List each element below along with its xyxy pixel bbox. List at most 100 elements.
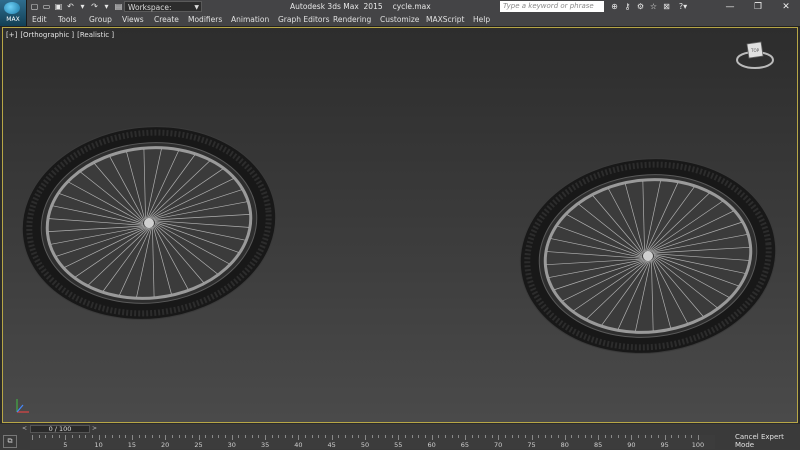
- menu-maxscript[interactable]: MAXScript: [426, 15, 465, 24]
- timeline-minor-tick: [578, 435, 580, 438]
- timeline-minor-tick: [105, 435, 107, 438]
- timeline-minor-tick: [238, 435, 240, 438]
- timeline-tick: [131, 435, 133, 440]
- tools-icon[interactable]: ⚙: [636, 2, 645, 11]
- timeline-tick: [398, 435, 400, 440]
- menu-customize[interactable]: Customize: [380, 15, 419, 24]
- timeline-tick: [698, 435, 699, 440]
- menu-tools[interactable]: Tools: [58, 15, 76, 24]
- search-input[interactable]: Type a keyword or phrase: [500, 1, 604, 12]
- timeline-minor-tick: [391, 435, 393, 438]
- timeline-minor-tick: [644, 435, 646, 438]
- new-file-icon[interactable]: ▢: [30, 2, 39, 11]
- help-icon[interactable]: ?▾: [675, 2, 691, 11]
- perspective-viewport[interactable]: [+] [Orthographic ] [Realistic ] TOP: [2, 27, 798, 423]
- next-frame-icon[interactable]: >: [92, 425, 97, 432]
- timeline-minor-tick: [638, 435, 640, 438]
- prev-frame-icon[interactable]: <: [22, 425, 27, 432]
- viewcube-icon[interactable]: TOP: [735, 36, 775, 72]
- viewport-label: [+] [Orthographic ] [Realistic ]: [6, 31, 117, 39]
- key-icon[interactable]: ⚷: [623, 2, 632, 11]
- bicycle-wheel-left[interactable]: [17, 120, 281, 326]
- timeline-minor-tick: [291, 435, 293, 438]
- menu-edit[interactable]: Edit: [32, 15, 47, 24]
- timeline-tick-label: 85: [593, 441, 603, 449]
- timeline-minor-tick: [418, 435, 420, 438]
- workspace-selector[interactable]: Workspace: Default ▼: [124, 1, 202, 23]
- timeline-tick-label: 45: [327, 441, 336, 449]
- timeline-tick: [298, 435, 300, 440]
- menu-help[interactable]: Help: [473, 15, 490, 24]
- timeline-tick-label: 100: [691, 441, 705, 449]
- timeline-minor-tick: [51, 435, 53, 438]
- menu-bar: Edit Tools Group Views Create Modifiers …: [0, 14, 800, 27]
- timeline-tick: [664, 435, 666, 440]
- timeline-minor-tick: [245, 435, 247, 438]
- timeline-minor-tick: [518, 435, 520, 438]
- menu-views[interactable]: Views: [122, 15, 144, 24]
- restore-button[interactable]: ❐: [744, 0, 772, 14]
- timeline-minor-tick: [484, 435, 486, 438]
- menu-create[interactable]: Create: [154, 15, 179, 24]
- timeline-minor-tick: [111, 435, 113, 438]
- cancel-expert-mode-button[interactable]: Cancel Expert Mode: [735, 433, 800, 449]
- timeline-minor-tick: [691, 435, 693, 438]
- app-menu-button[interactable]: MAX: [0, 0, 27, 26]
- timeline-tick-label: 30: [227, 441, 236, 449]
- search-toolbar: ⊕ ⚷ ⚙ ☆ ⊠ ?▾: [610, 2, 691, 11]
- axis-tripod-icon: [16, 399, 29, 413]
- menu-graph-editors[interactable]: Graph Editors: [278, 15, 330, 24]
- viewport-view-label[interactable]: [Orthographic ]: [20, 31, 74, 39]
- timeline-minor-tick: [91, 435, 93, 438]
- timeline-tick: [265, 435, 267, 440]
- timeline-minor-tick: [591, 435, 593, 438]
- minimize-button[interactable]: —: [716, 0, 744, 14]
- binoculars-icon[interactable]: ⊕: [610, 2, 619, 11]
- menu-animation[interactable]: Animation: [231, 15, 269, 24]
- timeline-minor-tick: [371, 435, 373, 438]
- redo-dropdown-icon[interactable]: ▾: [102, 2, 111, 11]
- timeline-tick: [65, 435, 67, 440]
- redo-icon[interactable]: ↷: [90, 2, 99, 11]
- save-icon[interactable]: ▣: [54, 2, 63, 11]
- close-x-icon[interactable]: ⊠: [662, 2, 671, 11]
- window-title: Autodesk 3ds Max 2015 cycle.max: [290, 2, 431, 11]
- close-button[interactable]: ✕: [772, 0, 800, 14]
- timeline-tick-label: 5: [63, 441, 68, 449]
- timeline-tick-label: 25: [194, 441, 203, 449]
- timeline-minor-tick: [271, 435, 273, 438]
- timeline-minor-tick: [458, 435, 460, 438]
- timeline-minor-tick: [185, 435, 187, 438]
- menu-group[interactable]: Group: [89, 15, 112, 24]
- timeline-minor-tick: [258, 435, 260, 438]
- timeline-minor-tick: [558, 435, 560, 438]
- timeline-minor-tick: [551, 435, 553, 438]
- viewport-shading-label[interactable]: [Realistic ]: [77, 31, 114, 39]
- viewport-menu-label[interactable]: [+]: [6, 31, 17, 39]
- timeline-minor-tick: [211, 435, 213, 438]
- project-folder-icon[interactable]: ▤: [114, 2, 123, 11]
- timeline-tick-label: 70: [494, 441, 503, 449]
- timeline-minor-tick: [618, 435, 620, 438]
- timeline-tick-label: 60: [427, 441, 436, 449]
- timeline-minor-tick: [358, 435, 360, 438]
- timeline-minor-tick: [305, 435, 307, 438]
- timeline-minor-tick: [45, 435, 47, 438]
- undo-dropdown-icon[interactable]: ▾: [78, 2, 87, 11]
- timeline-minor-tick: [378, 435, 380, 438]
- window-controls: — ❐ ✕: [716, 0, 800, 14]
- timeline-minor-tick: [404, 435, 406, 438]
- mini-listener-icon[interactable]: ⧉: [3, 435, 17, 448]
- timeline-minor-tick: [218, 435, 220, 438]
- star-icon[interactable]: ☆: [649, 2, 658, 11]
- time-slider[interactable]: 0 / 100: [30, 425, 90, 433]
- timeline-tick-label: 80: [560, 441, 569, 449]
- timeline-tick-label: 90: [627, 441, 636, 449]
- undo-icon[interactable]: ↶: [66, 2, 75, 11]
- open-file-icon[interactable]: ▭: [42, 2, 51, 11]
- menu-rendering[interactable]: Rendering: [333, 15, 371, 24]
- timeline-minor-tick: [538, 435, 540, 438]
- menu-modifiers[interactable]: Modifiers: [188, 15, 222, 24]
- bicycle-wheel-right[interactable]: [515, 152, 781, 360]
- timeline-tick-label: 75: [527, 441, 536, 449]
